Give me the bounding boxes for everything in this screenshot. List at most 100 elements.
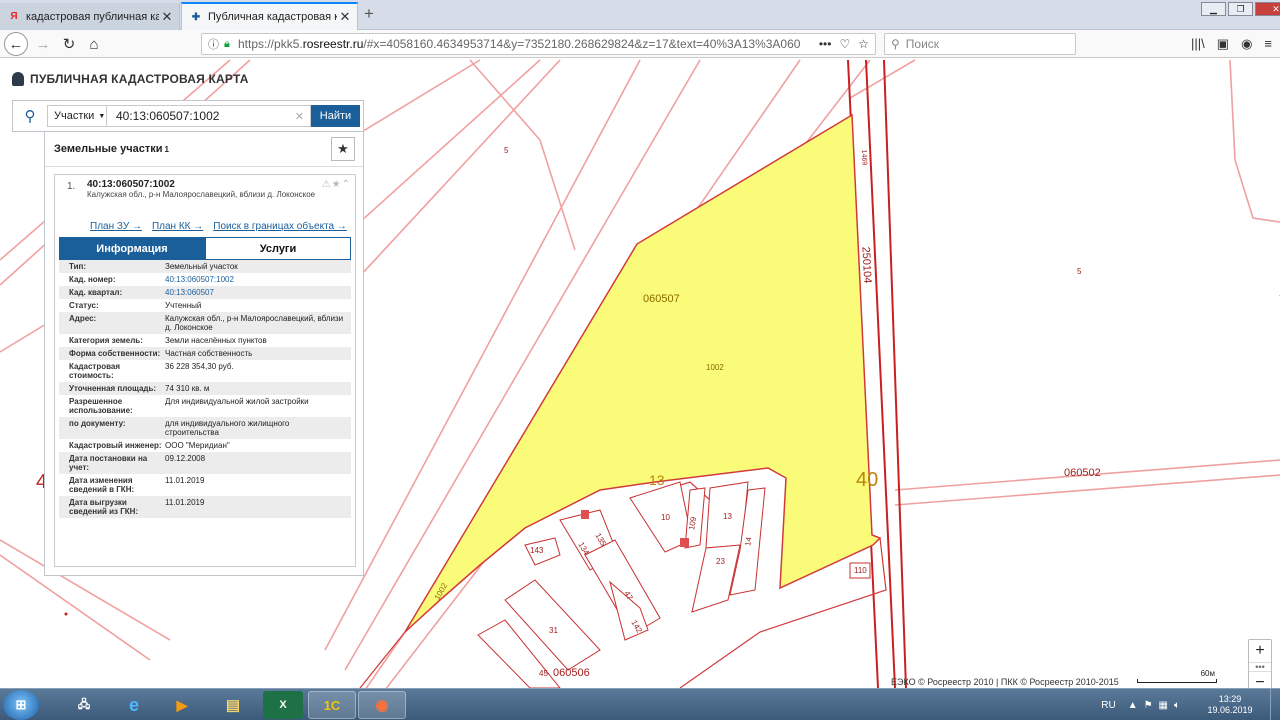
- find-button[interactable]: Найти: [311, 105, 360, 127]
- back-button[interactable]: ←: [4, 32, 28, 56]
- info-value: Для индивидуальной жилой застройки: [165, 397, 309, 406]
- new-tab-button[interactable]: +: [364, 4, 374, 24]
- library-icon[interactable]: |||\: [1191, 36, 1205, 52]
- info-row: Дата постановки на учет: 09.12.2008: [59, 452, 351, 474]
- system-tray: RU ▲⚑▦🔈︎ 13:29 19.06.2019: [1101, 689, 1280, 720]
- firefox-icon[interactable]: ◉: [358, 691, 406, 719]
- account-icon[interactable]: ◉: [1241, 36, 1252, 52]
- forward-button[interactable]: →: [32, 33, 54, 55]
- search-type-label: Участки: [54, 110, 95, 122]
- browser-tabbar: Я кадастровая публичная карта ✕ ✚ Публич…: [0, 0, 1280, 30]
- search-placeholder: Поиск: [905, 37, 940, 51]
- info-row: по документу: для индивидуального жилищно…: [59, 417, 351, 439]
- close-icon[interactable]: ✕: [337, 9, 353, 25]
- explorer-icon[interactable]: ▤: [209, 691, 257, 719]
- search-icon[interactable]: ⚲: [13, 107, 47, 125]
- reload-button[interactable]: ↻: [58, 33, 80, 55]
- info-key: Уточненная площадь:: [69, 384, 157, 393]
- home-button[interactable]: ⌂: [83, 33, 105, 55]
- info-value: Частная собственность: [165, 349, 253, 358]
- minimize-button[interactable]: ▁: [1201, 2, 1226, 16]
- clear-icon[interactable]: ✕: [295, 110, 304, 123]
- info-row: Кад. квартал: 40:13:060507: [59, 286, 351, 299]
- window-close-button[interactable]: ✕: [1255, 2, 1280, 16]
- card-actions-icon[interactable]: ⚠★⌃: [322, 179, 351, 190]
- clock-date: 19.06.2019: [1207, 705, 1253, 715]
- browser-navbar: ← → ↻ ⌂ ⓘ 🔒︎ https://pkk5.rosreestr.ru/#…: [0, 30, 1280, 58]
- result-links: План ЗУ → План КК → Поиск в границах объ…: [55, 221, 355, 235]
- close-icon[interactable]: ✕: [159, 9, 175, 25]
- 1c-icon[interactable]: 1C: [308, 691, 356, 719]
- cadastral-search-panel: ⚲ Участки ▼ 40:13:060507:1002 ✕ Найти: [12, 100, 364, 132]
- bookmark-star-icon[interactable]: ☆: [858, 37, 869, 51]
- info-row: Тип: Земельный участок: [59, 260, 351, 273]
- info-value[interactable]: 40:13:060507:1002: [165, 275, 351, 284]
- tray-icons[interactable]: ▲⚑▦🔈︎: [1128, 700, 1186, 711]
- network-icon[interactable]: 🖧︎: [60, 691, 108, 719]
- search-query: 40:13:060507:1002: [116, 109, 220, 123]
- parcel-label: 14: [743, 536, 754, 547]
- search-in-bounds-link[interactable]: Поиск в границах объекта →: [213, 221, 347, 235]
- result-card-head[interactable]: 1. 40:13:060507:1002 Калужская обл., р-н…: [55, 175, 355, 221]
- show-desktop-button[interactable]: [1270, 689, 1280, 720]
- restore-button[interactable]: ❐: [1228, 2, 1253, 16]
- tab-pkk[interactable]: ✚ Публичная кадастровая карта ✕: [181, 2, 358, 30]
- info-value: ООО "Меридиан": [165, 441, 230, 450]
- info-key: Статус:: [69, 301, 99, 310]
- info-key: по документу:: [69, 419, 126, 428]
- search-input[interactable]: ⚲ Поиск: [884, 33, 1076, 55]
- zoom-in-button[interactable]: +: [1249, 640, 1271, 662]
- tab-title: кадастровая публичная карта: [26, 10, 159, 23]
- region-label: 40: [856, 469, 879, 491]
- url-text[interactable]: https://pkk5.rosreestr.ru/#x=4058160.463…: [238, 37, 819, 51]
- road-quarter-label: 250104: [859, 246, 874, 284]
- result-number: 1.: [67, 181, 76, 192]
- map-copyright: ЕЭКО © Росреестр 2010 | ПКК © Росреестр …: [891, 677, 1119, 687]
- parcel-label: 13: [723, 512, 732, 521]
- url-bar[interactable]: ⓘ 🔒︎ https://pkk5.rosreestr.ru/#x=405816…: [201, 33, 876, 55]
- info-key: Кад. квартал:: [69, 288, 123, 297]
- info-icon[interactable]: ⓘ: [208, 36, 224, 52]
- info-row: Категория земель: Земли населённых пункто…: [59, 334, 351, 347]
- pocket-icon[interactable]: ♡: [839, 37, 850, 51]
- tab-yandex-search[interactable]: Я кадастровая публичная карта ✕: [0, 3, 180, 30]
- start-button[interactable]: ⊞: [3, 690, 39, 720]
- ie-icon[interactable]: e: [110, 691, 158, 719]
- tab-services[interactable]: Услуги: [205, 237, 351, 260]
- window-controls: ▁ ❐ ✕: [1199, 2, 1280, 16]
- clock[interactable]: 13:29 19.06.2019: [1200, 694, 1260, 716]
- lock-icon: 🔒︎: [224, 37, 230, 50]
- info-key: Форма собственности:: [69, 349, 161, 358]
- parcel-label: 23: [716, 557, 725, 566]
- zoom-slider[interactable]: •••: [1249, 662, 1271, 672]
- info-row: Разрешенное использование: Для индивидуал…: [59, 395, 351, 417]
- info-row: Дата выгрузки сведений из ГКН: 11.01.2019: [59, 496, 351, 518]
- map-scale: 60м: [1137, 669, 1221, 683]
- plan-kk-link[interactable]: План КК →: [152, 221, 203, 235]
- info-value: 11.01.2019: [165, 498, 205, 507]
- quarter-label: 060506: [553, 667, 590, 679]
- plan-zu-link[interactable]: План ЗУ →: [90, 221, 142, 235]
- sidebar-icon[interactable]: ▣: [1217, 36, 1229, 52]
- language-indicator[interactable]: RU: [1101, 700, 1115, 711]
- results-header: Земельные участки 1: [45, 132, 363, 167]
- rosreestr-logo-icon: [12, 72, 24, 86]
- info-key: Адрес:: [69, 314, 97, 323]
- favorite-star-icon[interactable]: ★: [331, 137, 355, 161]
- excel-icon[interactable]: X: [263, 691, 303, 719]
- app-title-text: ПУБЛИЧНАЯ КАДАСТРОВАЯ КАРТА: [30, 72, 249, 86]
- zoom-out-button[interactable]: −: [1249, 672, 1271, 688]
- info-key: Кадастровая стоимость:: [69, 362, 121, 380]
- media-icon[interactable]: ▶: [158, 691, 206, 719]
- result-title[interactable]: 40:13:060507:1002: [87, 179, 347, 190]
- cadastral-search-input[interactable]: 40:13:060507:1002 ✕: [107, 105, 311, 127]
- search-type-select[interactable]: Участки ▼: [47, 105, 107, 127]
- info-value: для индивидуального жилищного строительс…: [165, 419, 290, 437]
- scale-label: 60м: [1200, 669, 1215, 678]
- info-value[interactable]: 40:13:060507: [165, 288, 351, 297]
- tab-information[interactable]: Информация: [59, 237, 205, 260]
- info-row: Кад. номер: 40:13:060507:1002: [59, 273, 351, 286]
- pkk-icon: ✚: [191, 11, 201, 23]
- page-actions-icon[interactable]: •••: [819, 37, 832, 51]
- menu-icon[interactable]: ≡: [1264, 36, 1272, 52]
